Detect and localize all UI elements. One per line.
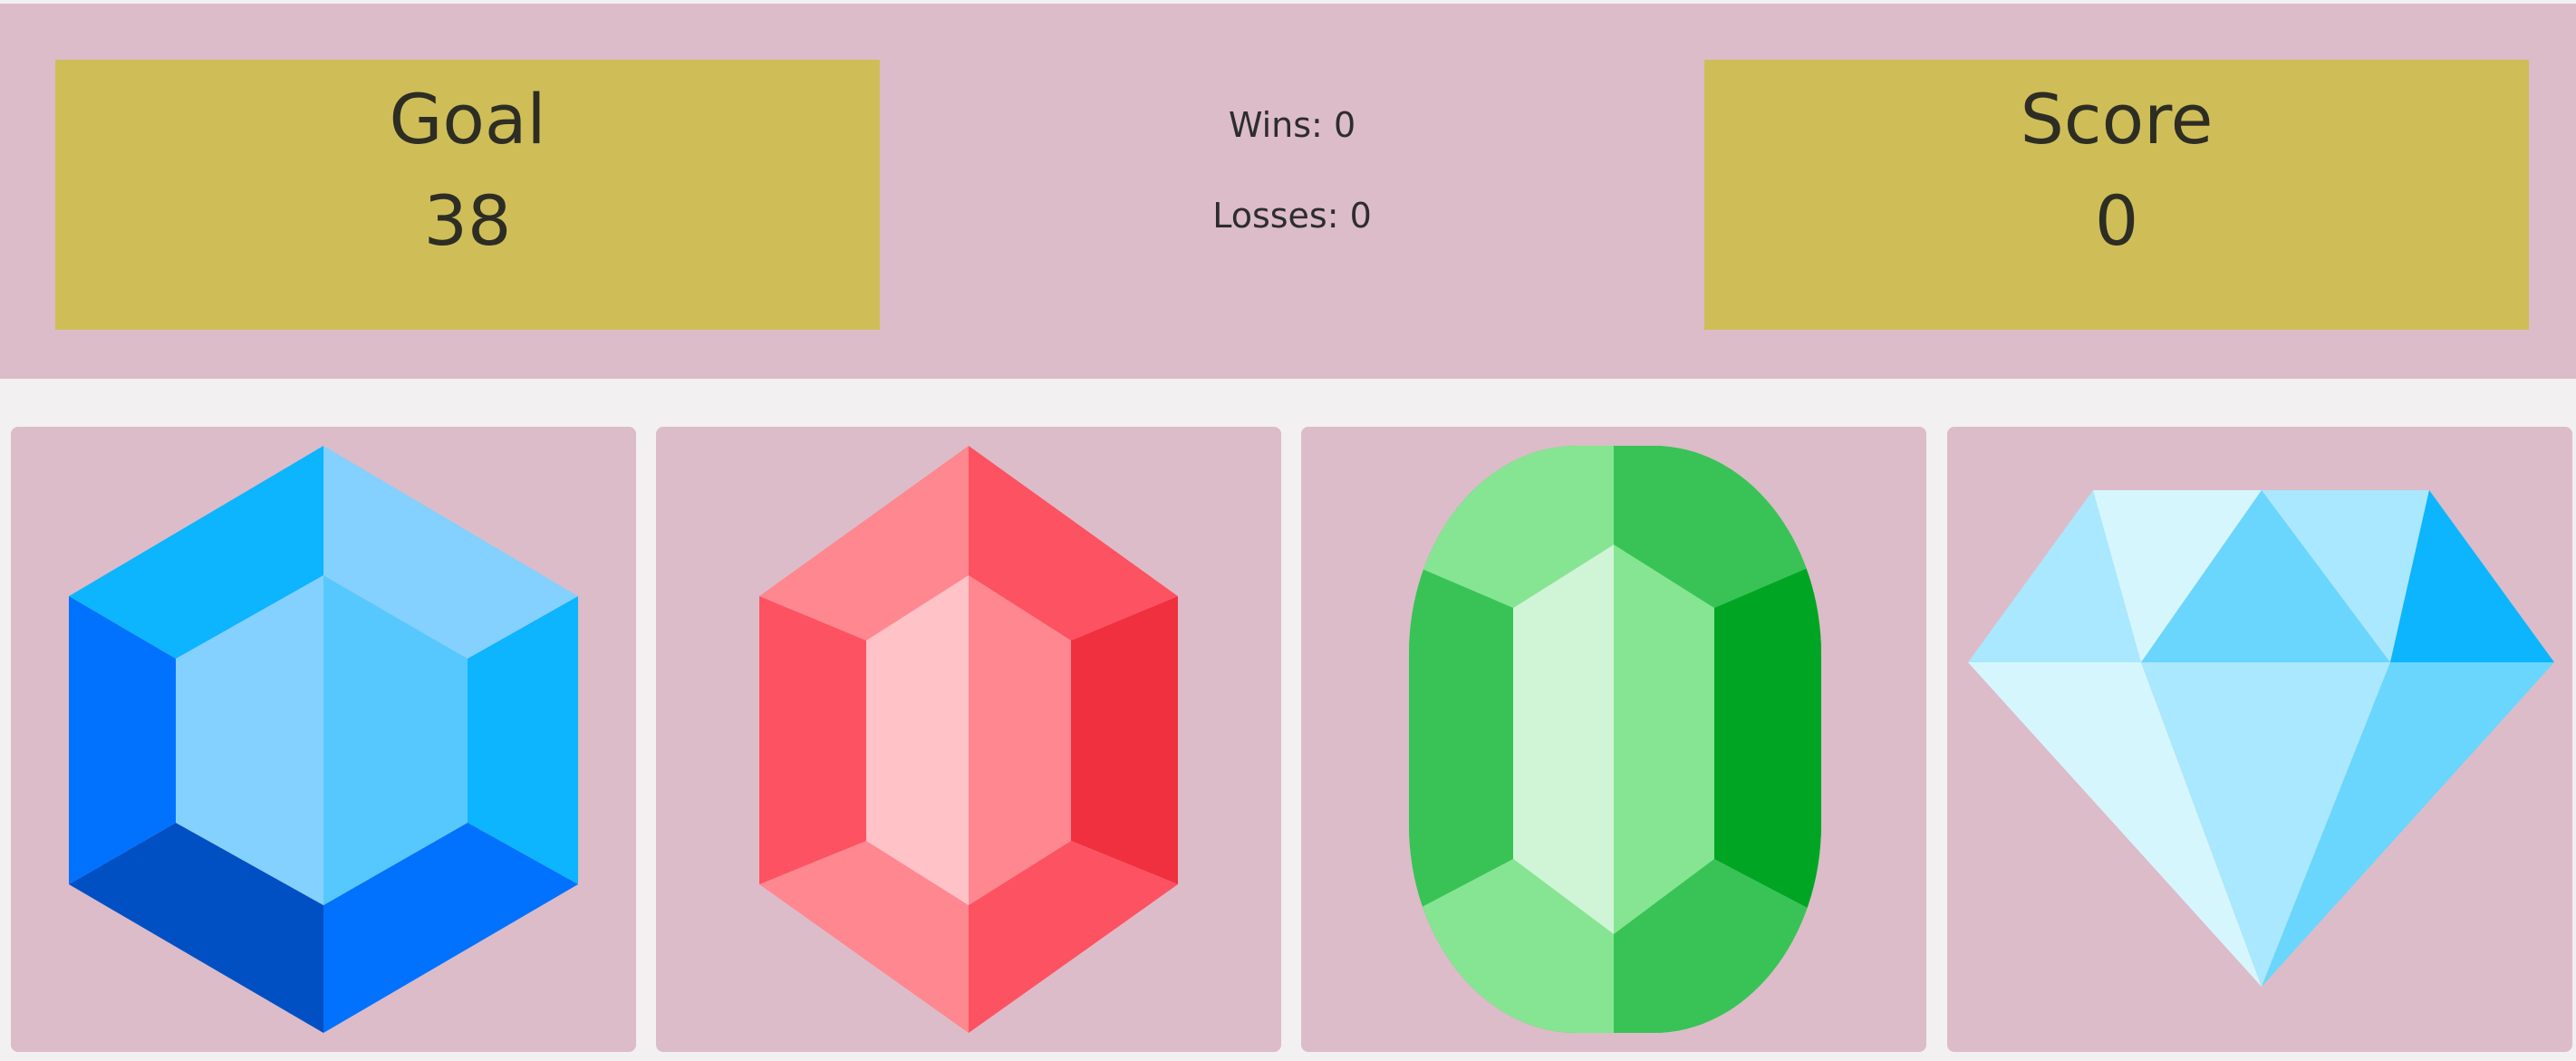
- green-oval-gem-icon: [1409, 446, 1821, 1033]
- win-loss-stats: Wins: 0 Losses: 0: [1111, 101, 1473, 283]
- wins-line: Wins: 0: [1111, 101, 1473, 192]
- blue-hexagon-gem-icon: [69, 446, 578, 1033]
- gem-button-red[interactable]: [656, 427, 1281, 1052]
- gem-button-green[interactable]: [1301, 427, 1926, 1052]
- goal-box: Goal 38: [55, 60, 880, 330]
- gem-button-blue[interactable]: [11, 427, 636, 1052]
- score-value: 0: [2094, 179, 2139, 261]
- light-blue-diamond-icon: [1968, 490, 2554, 987]
- wins-label: Wins:: [1228, 105, 1323, 145]
- goal-label: Goal: [389, 79, 546, 159]
- losses-line: Losses: 0: [1111, 192, 1473, 283]
- goal-value: 38: [423, 179, 512, 261]
- score-box: Score 0: [1704, 60, 2529, 330]
- red-hexagon-gem-icon: [759, 446, 1178, 1033]
- losses-value: 0: [1349, 196, 1372, 236]
- wins-value: 0: [1333, 105, 1356, 145]
- gem-button-diamond[interactable]: [1947, 427, 2572, 1052]
- losses-label: Losses:: [1212, 196, 1339, 236]
- scoreboard-panel: Goal 38 Wins: 0 Losses: 0 Score 0: [0, 4, 2576, 379]
- score-label: Score: [2020, 79, 2214, 159]
